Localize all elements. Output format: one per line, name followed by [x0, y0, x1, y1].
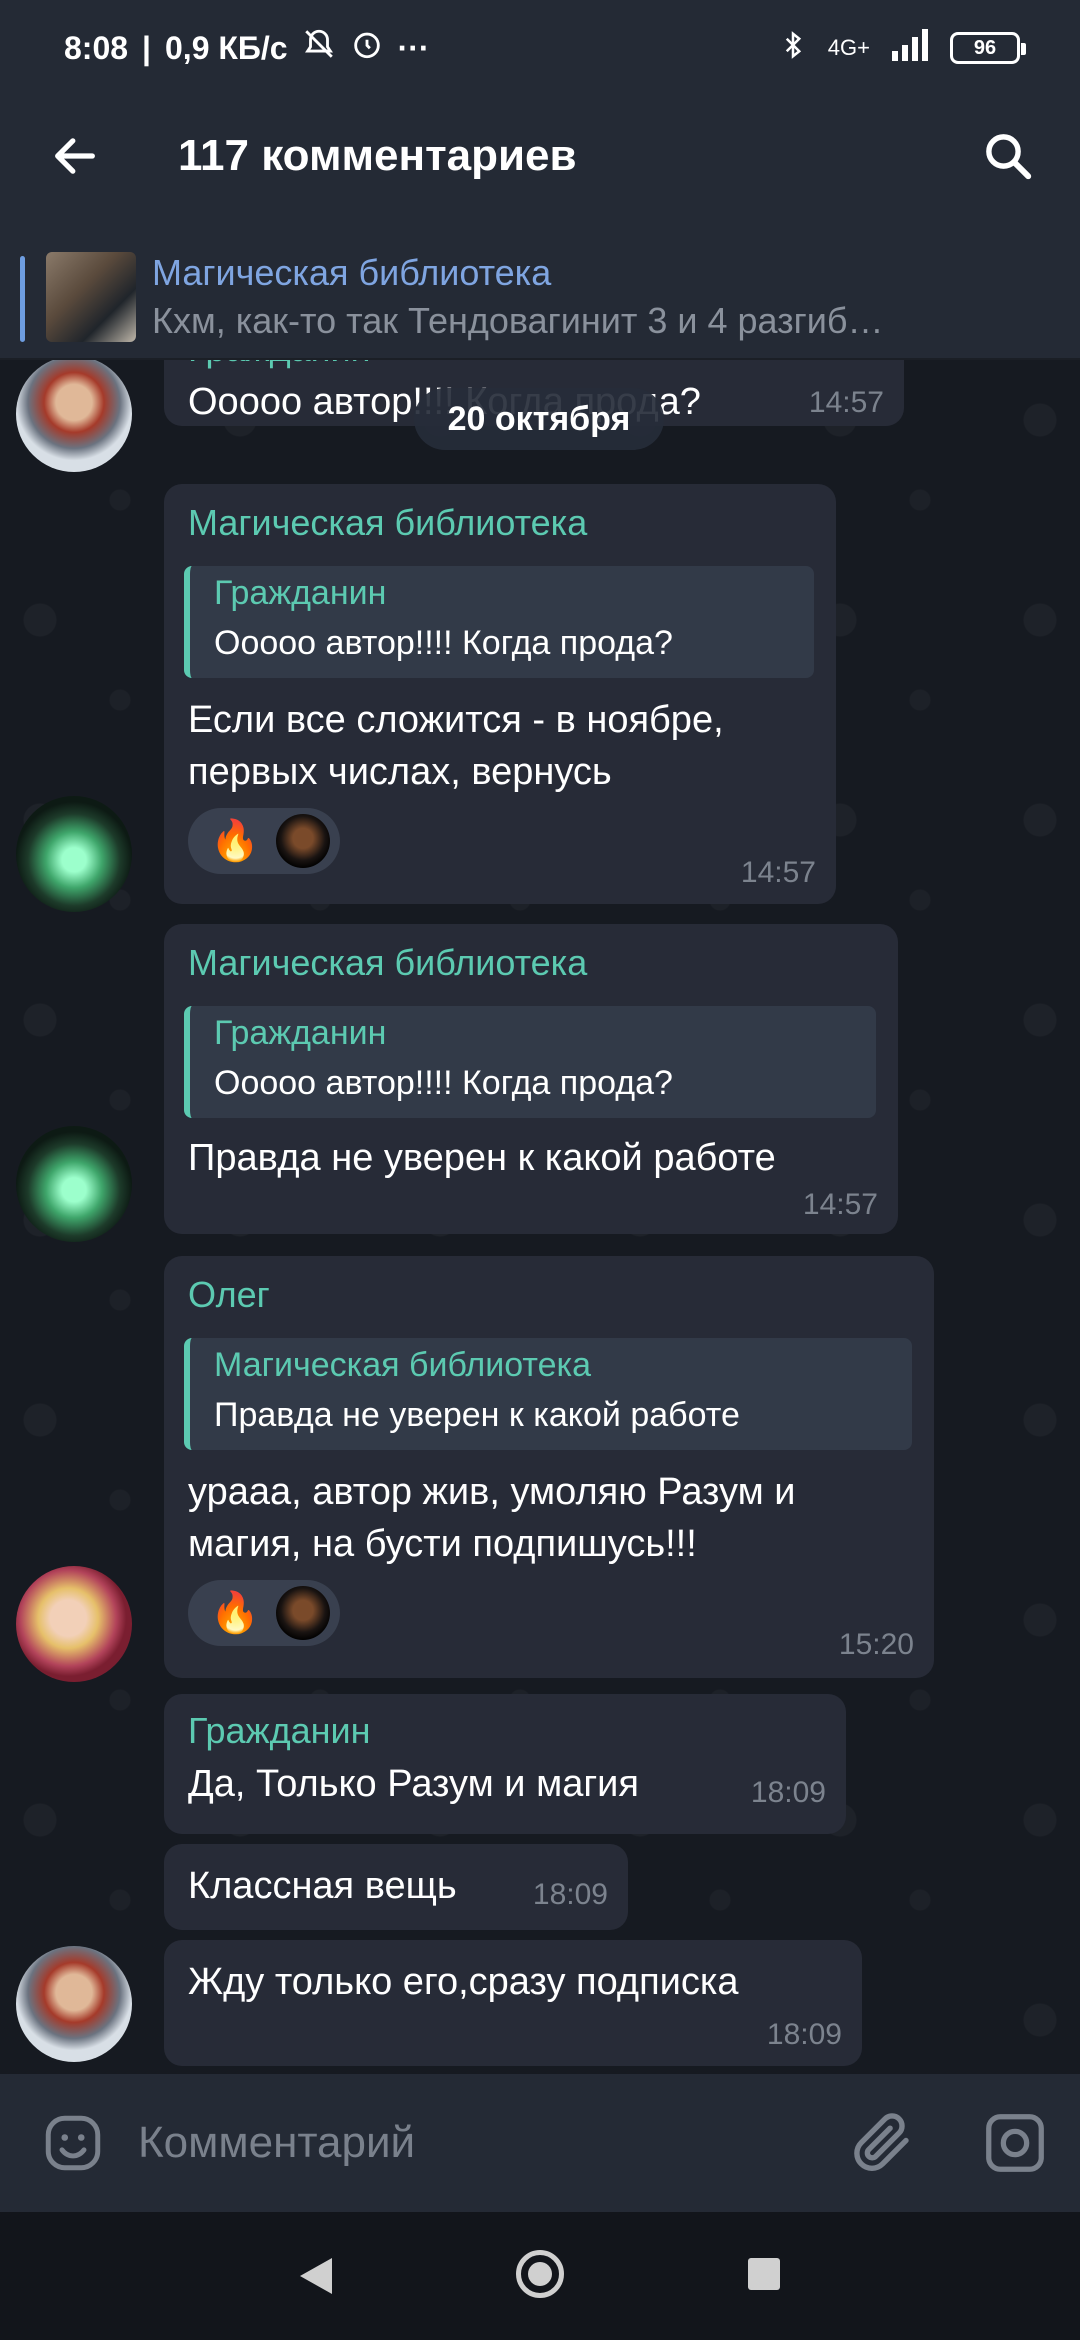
avatar[interactable]	[16, 796, 132, 912]
battery-level: 96	[973, 36, 997, 59]
message-time: 14:57	[802, 1188, 878, 1221]
avatar[interactable]	[16, 360, 132, 472]
message-text: Жду только его,сразу подписка	[188, 1961, 739, 2003]
message-sender[interactable]: Гражданин	[188, 1710, 371, 1752]
message-time: 15:20	[838, 1628, 914, 1661]
message-bubble[interactable]: Классная вещь 18:09	[164, 1844, 628, 1930]
nav-home-button[interactable]	[516, 2250, 564, 2298]
message-text: Классная вещь	[188, 1865, 457, 1907]
message-sender[interactable]: Магическая библиотека	[188, 502, 587, 544]
reply-text: Правда не уверен к какой работе	[214, 1396, 740, 1434]
back-button[interactable]	[0, 96, 150, 216]
message-text-line2: магия, на бусти подпишусь!!!	[188, 1523, 697, 1565]
reactor-avatar	[276, 814, 330, 868]
reply-text: Ооооо автор!!!! Когда прода?	[214, 1064, 673, 1102]
signal-icon	[890, 29, 930, 67]
message-text: Да, Только Разум и магия	[188, 1763, 639, 1805]
message-sender[interactable]: Магическая библиотека	[188, 942, 587, 984]
nav-recents-button[interactable]	[748, 2258, 780, 2290]
system-nav-bar	[0, 2212, 1080, 2340]
camera-icon	[986, 2114, 1044, 2172]
message-text-line1: Если все сложится - в ноябре,	[188, 699, 724, 741]
sticker-smile-icon	[45, 2115, 101, 2171]
pinned-thumbnail	[46, 252, 136, 342]
status-time: 8:08	[64, 29, 129, 66]
message-time: 18:09	[766, 2018, 842, 2051]
more-notifications-icon: ···	[397, 29, 430, 66]
pinned-indicator	[20, 256, 25, 342]
search-icon	[986, 134, 1032, 180]
message-text-line1: урааа, автор жив, умоляю Разум и	[188, 1471, 796, 1513]
pinned-title: Магическая библиотека	[152, 252, 552, 293]
reply-quote[interactable]: Магическая библиотека Правда не уверен к…	[184, 1338, 912, 1450]
bluetooth-icon	[778, 28, 808, 68]
date-pill: 20 октября	[414, 388, 664, 450]
reply-quote[interactable]: Гражданин Ооооо автор!!!! Когда прода?	[184, 1006, 876, 1118]
status-separator: |	[142, 29, 151, 66]
paperclip-icon	[854, 2113, 909, 2171]
message-sender[interactable]: Гражданин	[188, 360, 371, 370]
triangle-back-icon	[300, 2258, 332, 2294]
app-header: 117 комментариев	[0, 96, 1080, 216]
reaction-chip[interactable]: 🔥	[188, 808, 340, 874]
comment-input-bar: Комментарий	[0, 2074, 1080, 2212]
battery-icon: 96	[950, 32, 1026, 64]
message-time: 14:57	[808, 386, 884, 419]
message-time: 14:57	[740, 856, 816, 889]
avatar[interactable]	[16, 1126, 132, 1242]
camera-button[interactable]	[980, 2108, 1050, 2178]
message-text: Правда не уверен к какой работе	[188, 1137, 776, 1179]
reactor-avatar	[276, 1586, 330, 1640]
reply-quote[interactable]: Гражданин Ооооо автор!!!! Когда прода?	[184, 566, 814, 678]
message-time: 18:09	[750, 1776, 826, 1809]
reply-sender: Гражданин	[214, 574, 387, 612]
reply-sender: Магическая библиотека	[214, 1346, 592, 1384]
avatar[interactable]	[16, 1946, 132, 2062]
nav-back-button[interactable]	[296, 2254, 336, 2303]
chat-area[interactable]: Гражданин Ооооо автор!!!! Когда прода? 1…	[0, 360, 1080, 2074]
alarm-icon	[350, 27, 384, 69]
fire-emoji: 🔥	[210, 1591, 260, 1635]
message-time: 18:09	[532, 1878, 608, 1911]
message-bubble[interactable]: Магическая библиотека Гражданин Ооооо ав…	[164, 484, 836, 904]
arrow-left-icon	[55, 138, 95, 174]
pinned-text: Кхм, как-то так Тендовагинит 3 и 4 разги…	[152, 300, 884, 341]
bell-muted-icon	[302, 27, 336, 69]
avatar[interactable]	[16, 1566, 132, 1682]
message-bubble[interactable]: Гражданин Да, Только Разум и магия 18:09	[164, 1694, 846, 1834]
comment-input[interactable]: Комментарий	[138, 2118, 415, 2168]
reply-text: Ооооо автор!!!! Когда прода?	[214, 624, 673, 662]
reaction-chip[interactable]: 🔥	[188, 1580, 340, 1646]
attach-button[interactable]	[846, 2106, 918, 2178]
page-title: 117 комментариев	[178, 131, 577, 180]
fire-emoji: 🔥	[210, 819, 260, 863]
pinned-message[interactable]: Магическая библиотека Кхм, как-то так Те…	[0, 216, 1080, 360]
emoji-button[interactable]	[40, 2110, 106, 2176]
message-bubble[interactable]: Олег Магическая библиотека Правда не уве…	[164, 1256, 934, 1678]
search-button[interactable]	[976, 124, 1040, 188]
message-bubble[interactable]: Жду только его,сразу подписка 18:09	[164, 1940, 862, 2066]
message-bubble[interactable]: Магическая библиотека Гражданин Ооооо ав…	[164, 924, 898, 1234]
network-type: 4G+	[827, 35, 870, 60]
reply-sender: Гражданин	[214, 1014, 387, 1052]
status-bar: 8:08 | 0,9 КБ/с ··· 4G+ 96	[0, 0, 1080, 96]
status-speed: 0,9 КБ/с	[165, 29, 288, 66]
message-text-line2: первых числах, вернусь	[188, 751, 612, 793]
message-sender[interactable]: Олег	[188, 1274, 270, 1316]
